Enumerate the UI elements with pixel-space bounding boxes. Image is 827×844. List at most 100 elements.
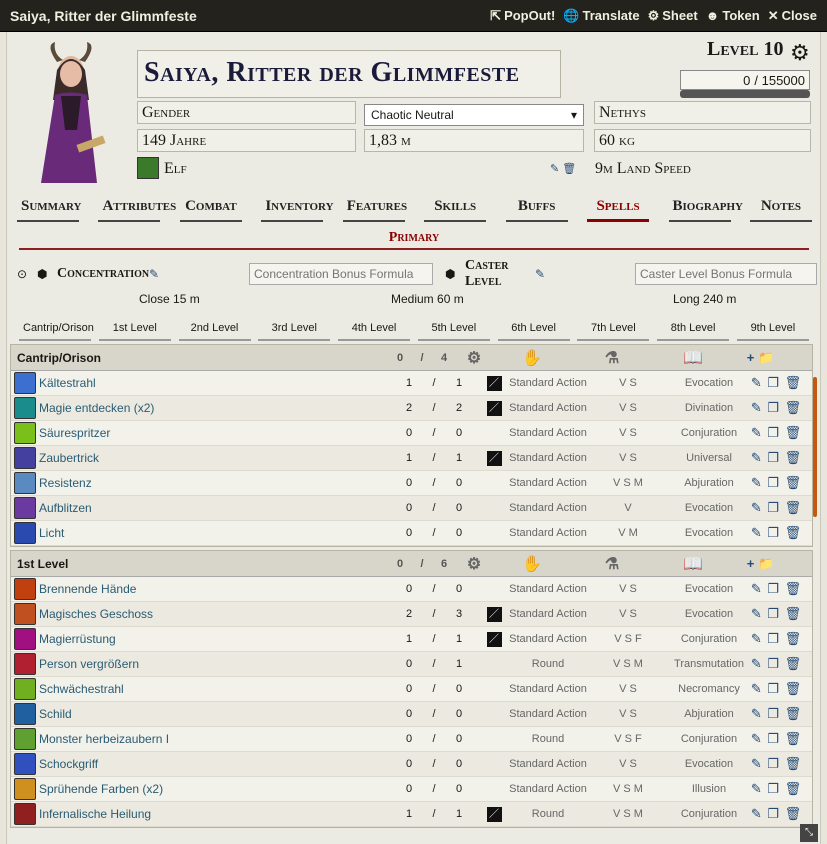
trash-icon[interactable]: 🗑 [785, 450, 803, 465]
race-label[interactable]: Elf [164, 160, 187, 178]
spell-name[interactable]: Kältestrahl [39, 376, 389, 390]
level-tab-3[interactable]: 3rd Level [258, 319, 331, 341]
spell-icon[interactable] [11, 727, 39, 751]
level-tab-6[interactable]: 6th Level [497, 319, 570, 341]
caster-level-edit-icon[interactable]: ✎ [535, 267, 635, 281]
spell-used[interactable]: 0 [389, 502, 429, 514]
add-spell-button[interactable]: + 📁 [733, 350, 788, 366]
spell-used[interactable]: 1 [389, 633, 429, 645]
spell-row[interactable]: Säurespritzer 0/0 Standard Action V S Conjur… [11, 421, 812, 446]
spell-name[interactable]: Person vergrößern [39, 657, 389, 671]
spell-name[interactable]: Brennende Hände [39, 582, 389, 596]
duplicate-icon[interactable]: ❐ [767, 606, 780, 621]
edit-icon[interactable]: ✎ [751, 606, 763, 621]
duplicate-icon[interactable]: ❐ [767, 525, 780, 540]
duplicate-icon[interactable]: ❐ [767, 450, 780, 465]
race-edit-icon[interactable]: ✎ 🗑 [550, 162, 576, 175]
duplicate-icon[interactable]: ❐ [767, 681, 780, 696]
spell-used[interactable]: 0 [389, 583, 429, 595]
duplicate-icon[interactable]: ❐ [767, 631, 780, 646]
spell-used[interactable]: 0 [389, 477, 429, 489]
spell-used[interactable]: 1 [389, 452, 429, 464]
edit-icon[interactable]: ✎ [751, 656, 763, 671]
level-tab-7[interactable]: 7th Level [577, 319, 650, 341]
spell-max[interactable]: 0 [439, 502, 479, 514]
tab-attributes[interactable]: Attributes [98, 192, 176, 222]
spell-name[interactable]: Magie entdecken (x2) [39, 401, 389, 415]
trash-icon[interactable]: 🗑 [785, 425, 803, 440]
spell-name[interactable]: Schild [39, 707, 389, 721]
spell-row[interactable]: Aufblitzen 0/0 Standard Action V Evocation ✎ … [11, 496, 812, 521]
spell-icon[interactable] [11, 702, 39, 726]
spell-name[interactable]: Zaubertrick [39, 451, 389, 465]
spell-icon[interactable] [11, 521, 39, 545]
duplicate-icon[interactable]: ❐ [767, 581, 780, 596]
spell-row[interactable]: Magie entdecken (x2) 2/2 ／ Standard Action V… [11, 396, 812, 421]
spell-icon[interactable] [11, 471, 39, 495]
spell-max[interactable]: 0 [439, 477, 479, 489]
spell-max[interactable]: 0 [439, 733, 479, 745]
spell-icon[interactable] [11, 652, 39, 676]
tab-notes[interactable]: Notes [749, 192, 812, 222]
trash-icon[interactable]: 🗑 [785, 375, 803, 390]
spell-row[interactable]: Zaubertrick 1/1 ／ Standard Action V S Univers… [11, 446, 812, 471]
spell-row[interactable]: Schild 0/0 Standard Action V S Abjuration ✎ ❐… [11, 702, 812, 727]
spell-icon[interactable] [11, 577, 39, 601]
trash-icon[interactable]: 🗑 [785, 400, 803, 415]
spell-used[interactable]: 2 [389, 608, 429, 620]
spell-row[interactable]: Magierrüstung 1/1 ／ Standard Action V S F Con… [11, 627, 812, 652]
edit-icon[interactable]: ✎ [751, 375, 763, 390]
edit-icon[interactable]: ✎ [751, 475, 763, 490]
spell-used[interactable]: 0 [389, 658, 429, 670]
level-tab-cantrip[interactable]: Cantrip/Orison [19, 319, 94, 341]
trash-icon[interactable]: 🗑 [785, 731, 803, 746]
duplicate-icon[interactable]: ❐ [767, 500, 780, 515]
age-field[interactable]: 149 Jahre [137, 129, 356, 152]
popout-button[interactable]: ⇱ PopOut! [490, 8, 555, 24]
trash-icon[interactable]: 🗑 [785, 606, 803, 621]
spell-max[interactable]: 0 [439, 783, 479, 795]
spell-prepared-toggle[interactable]: ／ [479, 806, 509, 822]
spell-icon[interactable] [11, 446, 39, 470]
spell-max[interactable]: 0 [439, 427, 479, 439]
spell-name[interactable]: Licht [39, 526, 389, 540]
spell-used[interactable]: 0 [389, 783, 429, 795]
spell-used[interactable]: 1 [389, 808, 429, 820]
d20-icon[interactable]: ⬢ [445, 267, 465, 281]
duplicate-icon[interactable]: ❐ [767, 706, 780, 721]
spell-icon[interactable] [11, 602, 39, 626]
level-tab-8[interactable]: 8th Level [657, 319, 730, 341]
level-tab-5[interactable]: 5th Level [417, 319, 490, 341]
weight-field[interactable]: 60 kg [594, 129, 811, 152]
duplicate-icon[interactable]: ❐ [767, 400, 780, 415]
level-tab-2[interactable]: 2nd Level [178, 319, 251, 341]
tab-inventory[interactable]: Inventory [261, 192, 334, 222]
height-field[interactable]: 1,83 m [364, 129, 584, 152]
level-tab-9[interactable]: 9th Level [736, 319, 809, 341]
edit-icon[interactable]: ✎ [751, 781, 763, 796]
spell-icon[interactable] [11, 627, 39, 651]
tab-buffs[interactable]: Buffs [505, 192, 568, 222]
spell-max[interactable]: 0 [439, 527, 479, 539]
spell-max[interactable]: 1 [439, 658, 479, 670]
trash-icon[interactable]: 🗑 [785, 581, 803, 596]
duplicate-icon[interactable]: ❐ [767, 731, 780, 746]
spell-used[interactable]: 1 [389, 377, 429, 389]
duplicate-icon[interactable]: ❐ [767, 475, 780, 490]
tab-biography[interactable]: Biography [668, 192, 743, 222]
edit-icon[interactable]: ✎ [751, 500, 763, 515]
edit-icon[interactable]: ✎ [751, 706, 763, 721]
edit-icon[interactable]: ✎ [751, 731, 763, 746]
spell-icon[interactable] [11, 677, 39, 701]
spell-row[interactable]: Sprühende Farben (x2) 0/0 Standard Action V… [11, 777, 812, 802]
concentration-edit-icon[interactable]: ✎ [149, 267, 249, 281]
spell-name[interactable]: Sprühende Farben (x2) [39, 782, 389, 796]
spell-name[interactable]: Magierrüstung [39, 632, 389, 646]
spell-icon[interactable] [11, 802, 39, 826]
spell-used[interactable]: 0 [389, 733, 429, 745]
spell-name[interactable]: Magisches Geschoss [39, 607, 389, 621]
spell-icon[interactable] [11, 421, 39, 445]
edit-icon[interactable]: ✎ [751, 681, 763, 696]
edit-icon[interactable]: ✎ [751, 756, 763, 771]
spell-name[interactable]: Säurespritzer [39, 426, 389, 440]
